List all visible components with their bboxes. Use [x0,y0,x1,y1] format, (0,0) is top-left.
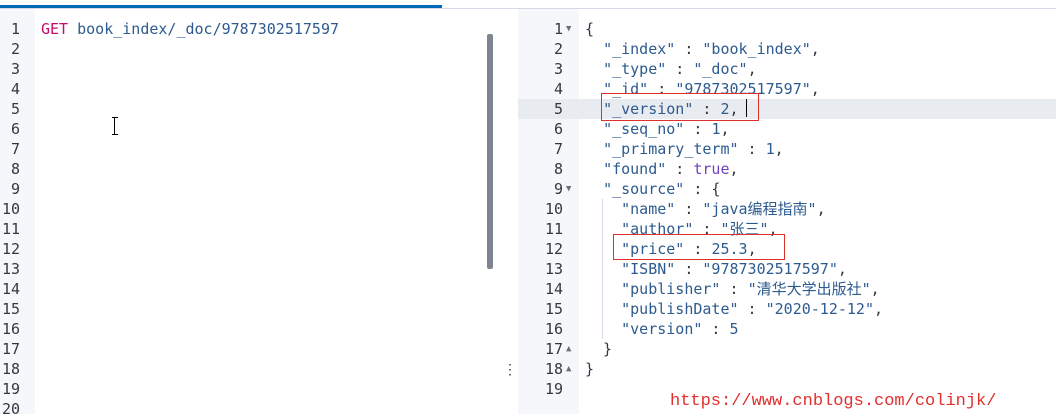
line-number: 5 [553,100,563,118]
json-key: "ISBN" [621,260,676,278]
line-number: 2 [553,40,563,58]
line-number: 14 [544,280,563,298]
editor-scrollbar[interactable] [487,34,493,269]
json-key: "found" [603,160,667,178]
line-number: 6 [553,120,563,138]
line-number: 16 [1,320,20,338]
line-number: 4 [553,80,563,98]
line-number: 9 [10,180,20,198]
line-number: 12 [1,240,20,258]
json-value: true [693,160,730,178]
line-number: 7 [10,140,20,158]
line-number: 10 [544,200,563,218]
line-number: 10 [1,200,20,218]
json-value: "9787302517597" [702,260,838,278]
pane-resize-handle-icon[interactable]: ⋮ [503,360,517,380]
json-key: "name" [621,200,676,218]
active-tab-indicator [0,5,442,8]
line-number: 19 [544,380,563,398]
line-number: 13 [1,260,20,278]
line-number: 9 [553,180,563,198]
line-number: 8 [10,160,20,178]
json-value: "java编程指南" [702,200,817,218]
json-key: "_primary_term" [603,140,739,158]
request-line[interactable]: 1 GET book_index/_doc/9787302517597 [0,19,498,39]
line-number: 1 [10,20,20,38]
line-number: 15 [544,300,563,318]
json-value: 1 [711,120,721,138]
line-number: 4 [10,80,20,98]
line-number: 12 [544,240,563,258]
line-number: 14 [1,280,20,298]
line-number: 20 [1,400,20,414]
request-editor[interactable]: 1 GET book_index/_doc/9787302517597 2 3 … [0,9,498,414]
annotation-box-version [601,93,759,121]
line-number: 17 [1,340,20,358]
line-number: 1 [553,20,563,38]
json-key: "_seq_no" [603,120,685,138]
json-value: "2020-12-12" [765,300,874,318]
json-value: "_doc" [693,60,748,78]
highlighted-line: 5 "_version" : 2, [518,99,1056,119]
watermark: https://www.cnblogs.com/colinjk/ [670,392,997,411]
fold-toggle-icon[interactable]: ▲ [566,359,576,379]
line-number: 6 [10,120,20,138]
line-number: 16 [544,320,563,338]
line-number: 11 [1,220,20,238]
json-key: "publisher" [621,280,721,298]
line-number: 17 [544,340,563,358]
fold-toggle-icon[interactable]: ▼ [566,179,576,199]
line-number: 5 [10,100,20,118]
line-number: 11 [544,220,563,238]
json-value: 5 [729,320,739,338]
line-number: 2 [10,40,20,58]
json-value: 1 [765,140,775,158]
fold-toggle-icon[interactable]: ▲ [566,339,576,359]
json-value: "book_index" [702,40,811,58]
line-number: 19 [1,380,20,398]
json-value: "清华大学出版社" [747,280,871,298]
json-key: "_index" [603,40,676,58]
json-key: "version" [621,320,703,338]
line-number: 3 [553,60,563,78]
json-key: "_type" [603,60,667,78]
line-number: 18 [544,360,563,378]
line-number: 13 [544,260,563,278]
json-key: "publishDate" [621,300,739,318]
line-number: 18 [1,360,20,378]
line-number: 15 [1,300,20,318]
json-key: "_source" [603,180,685,198]
line-number: 8 [553,160,563,178]
response-viewer[interactable]: 1 ▼{ 2 "_index" : "book_index", 3 "_type"… [518,9,1056,414]
text-cursor-icon [112,116,118,136]
fold-toggle-icon[interactable]: ▼ [566,19,576,39]
line-number: 7 [553,140,563,158]
request-url[interactable]: book_index/_doc/9787302517597 [77,20,339,38]
line-number: 3 [10,60,20,78]
annotation-box-price [613,234,785,260]
http-method[interactable]: GET [41,20,68,38]
